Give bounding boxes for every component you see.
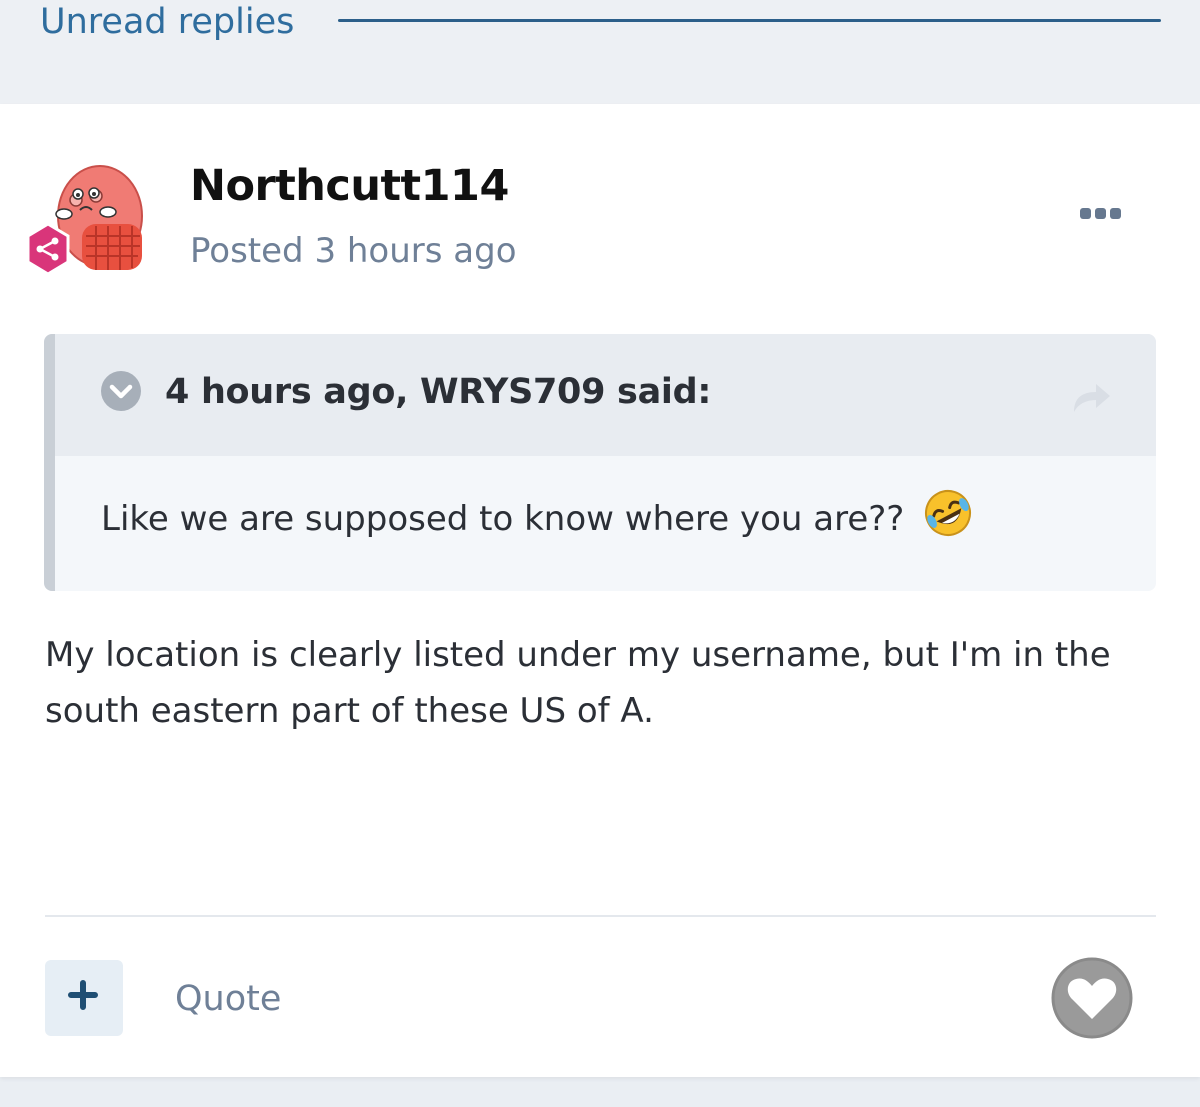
more-dot	[1079, 207, 1091, 219]
more-dot	[1094, 207, 1106, 219]
share-arrow-icon[interactable]	[1072, 378, 1112, 414]
tab-underline	[338, 19, 1161, 22]
more-options-button[interactable]	[1070, 196, 1130, 230]
post-body: My location is clearly listed under my u…	[45, 635, 1111, 731]
rofl-emoji-icon	[925, 490, 971, 536]
quote-citation: 4 hours ago, WRYS709 said:	[165, 372, 712, 412]
quote-button[interactable]: Quote	[175, 974, 281, 1024]
more-dot	[1109, 207, 1121, 219]
quote-text: Like we are supposed to know where you a…	[101, 499, 905, 539]
group-badge-icon	[26, 222, 70, 276]
author-name[interactable]: Northcutt114	[190, 158, 509, 214]
top-bar: Unread replies	[0, 0, 1200, 104]
posted-time[interactable]: Posted 3 hours ago	[190, 226, 517, 276]
unread-replies-tab[interactable]: Unread replies	[40, 0, 294, 50]
chevron-down-icon[interactable]	[100, 370, 142, 412]
multiquote-add-button[interactable]	[45, 960, 123, 1036]
divider	[45, 915, 1156, 917]
heart-icon[interactable]	[1051, 957, 1133, 1039]
quote-accent-bar	[44, 334, 55, 591]
plus-icon	[68, 980, 98, 1010]
